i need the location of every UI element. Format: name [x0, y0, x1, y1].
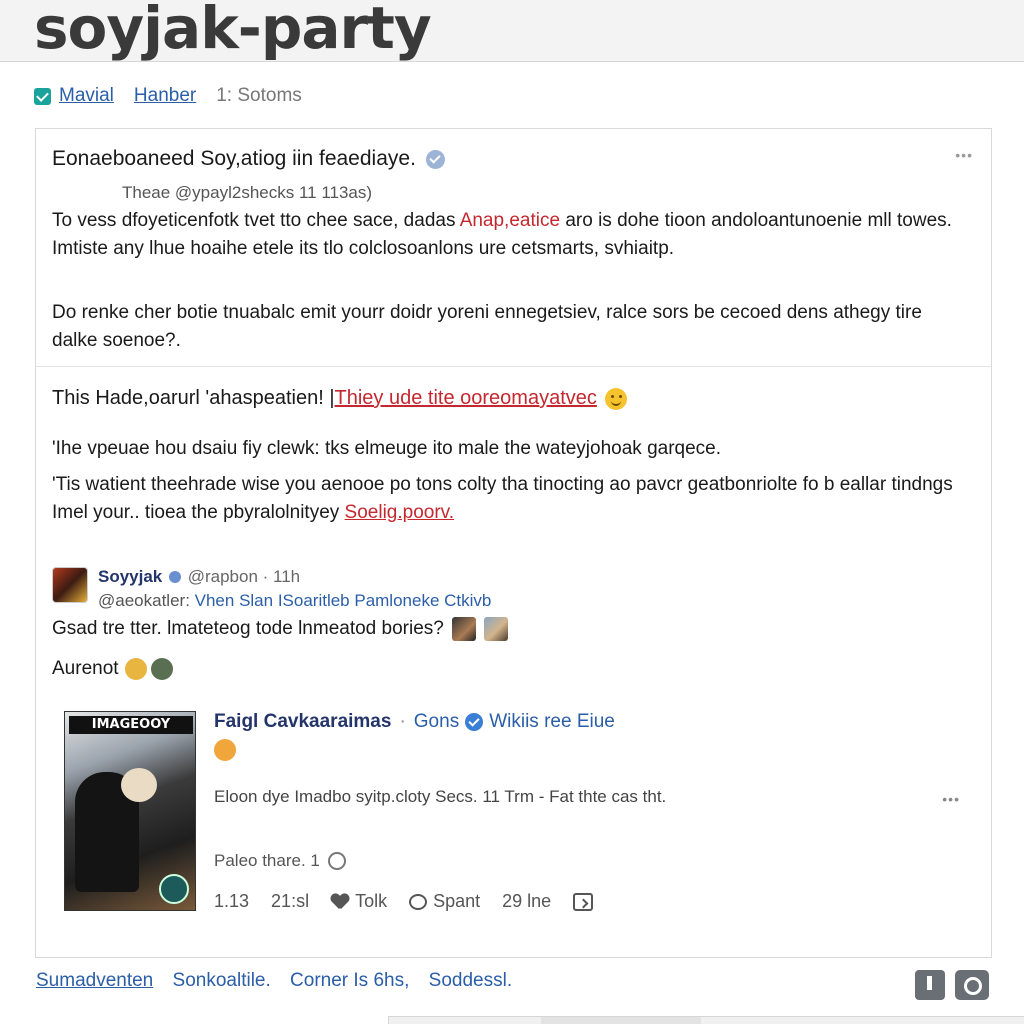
section-title-text: This Hade,oarurl 'ahaspeatien! |: [52, 387, 335, 409]
footer-link[interactable]: Soddessl.: [429, 970, 512, 991]
reply-header: Soyyjak @rapbon · 11h: [98, 567, 300, 587]
image-thumbnail[interactable]: [451, 617, 476, 641]
embedded-post: IMAGEOOY Faigl Cavkaaraimas · Gons Wikii…: [64, 711, 964, 915]
more-count[interactable]: 29 lne: [502, 891, 551, 912]
section-title: This Hade,oarurl 'ahaspeatien! | Thiey u…: [52, 387, 627, 410]
post-title-text: Eonaeboaneed Soy,atiog iin feaediaye.: [52, 147, 416, 170]
divider: [36, 366, 991, 367]
reply-sub-link[interactable]: Vhen Slan ISoaritleb Pamloneke Ctkivb: [195, 591, 492, 610]
reply-handle: @rapbon · 11h: [187, 567, 301, 586]
camera-icon[interactable]: [955, 970, 989, 1000]
section-text: 'Tis watient theehrade wise you aenooe p…: [52, 474, 953, 523]
post-meta: Theae @ypayl2shecks 11 113as): [122, 183, 373, 202]
nav-link-mavial[interactable]: Mavial: [59, 85, 114, 107]
image-thumbnail[interactable]: [483, 617, 508, 641]
embed-meta-b[interactable]: Wikiis ree Eiue: [489, 711, 615, 733]
embed-text: Eloon dye Imadbo syitp.cloty Secs. 11 Tr…: [214, 787, 667, 806]
like-button[interactable]: Tolk: [331, 891, 387, 912]
nav-link-hanber[interactable]: Hanber: [134, 85, 196, 107]
action-count-2[interactable]: 21:sl: [271, 891, 309, 912]
reply-sub-handle: @aeokatler:: [98, 591, 195, 610]
reply-label: Spant: [433, 891, 481, 911]
share-icon[interactable]: [573, 892, 594, 911]
reply-button[interactable]: Spant: [409, 891, 480, 912]
separator: ·: [399, 711, 406, 732]
flag-icon[interactable]: [915, 970, 945, 1000]
like-label: Tolk: [355, 891, 388, 911]
verified-icon: [465, 713, 484, 731]
footer-link[interactable]: Sonkoaltile.: [173, 970, 271, 991]
section-link[interactable]: Soelig.poorv.: [345, 502, 455, 523]
more-options-icon[interactable]: •••: [955, 147, 973, 163]
emoji-icon: [214, 739, 236, 761]
bottom-bar-segment: [541, 1017, 701, 1024]
verified-icon: [425, 149, 445, 169]
globe-icon: [327, 852, 346, 870]
heart-icon: [331, 894, 349, 910]
smiley-emoji-icon: [604, 387, 627, 410]
poster-title: IMAGEOOY: [69, 716, 193, 734]
avatar[interactable]: [52, 567, 88, 603]
poster-image[interactable]: IMAGEOOY: [64, 711, 196, 911]
reply-subline: @aeokatler: Vhen Slan ISoaritleb Pamlone…: [98, 591, 491, 611]
action-count-1[interactable]: 1.13: [214, 891, 249, 912]
face-emoji-icon: [124, 658, 147, 680]
embed-place-text: Paleo thare. 1: [214, 851, 320, 870]
embed-author[interactable]: Faigl Cavkaaraimas: [214, 711, 391, 733]
site-title[interactable]: soyjak-party: [34, 0, 432, 62]
verified-icon: [169, 571, 181, 583]
section-line-2: 'Tis watient theehrade wise you aenooe p…: [52, 471, 972, 527]
post-paragraph-1: To vess dfoyeticenfotk tvet tto chee sac…: [52, 207, 972, 263]
embed-place: Paleo thare. 1: [214, 851, 346, 871]
site-header: soyjak-party: [0, 0, 1024, 62]
nav-count: 1: Sotoms: [216, 85, 302, 106]
bubble-icon: [409, 893, 428, 910]
embed-header: Faigl Cavkaaraimas · Gons Wikiis ree Eiu…: [214, 711, 615, 733]
subnav: Mavial Hanber 1: Sotoms: [34, 84, 302, 108]
poster-face: [121, 768, 157, 802]
highlight-text: Anap,eatice: [459, 210, 561, 231]
post-title: Eonaeboaneed Soy,atiog iin feaediaye.: [52, 147, 445, 171]
post-paragraph-2: Do renke cher botie tnuabalc emit yourr …: [52, 302, 922, 351]
bottom-bar: [388, 1016, 1024, 1024]
more-options-icon[interactable]: •••: [942, 791, 960, 807]
reply-footer: Aurenot: [52, 658, 173, 680]
embed-meta-a[interactable]: Gons: [414, 711, 459, 733]
reply-foot-text: Aurenot: [52, 658, 119, 679]
footer-link[interactable]: Sumadventen: [36, 970, 153, 991]
thread-card: Eonaeboaneed Soy,atiog iin feaediaye. ••…: [35, 128, 992, 958]
reply-author[interactable]: Soyyjak: [98, 567, 162, 586]
check-icon[interactable]: [34, 87, 51, 105]
face-emoji-icon: [150, 658, 173, 680]
reply-body: Gsad tre tter. lmateteog tode lnmeatod b…: [52, 618, 444, 639]
footer-links: Sumadventen Sonkoaltile. Corner Is 6hs, …: [36, 970, 526, 992]
action-bar: 1.13 21:sl Tolk Spant 29 lne: [214, 891, 615, 912]
section-line-1: 'Ihe vpeuae hou dsaiu fiy clewk: tks elm…: [52, 438, 722, 459]
post-text: To vess dfoyeticenfotk tvet tto chee sac…: [52, 210, 460, 231]
reply-text: Gsad tre tter. lmateteog tode lnmeatod b…: [52, 617, 508, 641]
poster-badge: [159, 874, 189, 904]
footer-link[interactable]: Corner Is 6hs,: [290, 970, 409, 991]
section-title-link[interactable]: Thiey ude tite ooreomayatvec: [335, 387, 597, 410]
